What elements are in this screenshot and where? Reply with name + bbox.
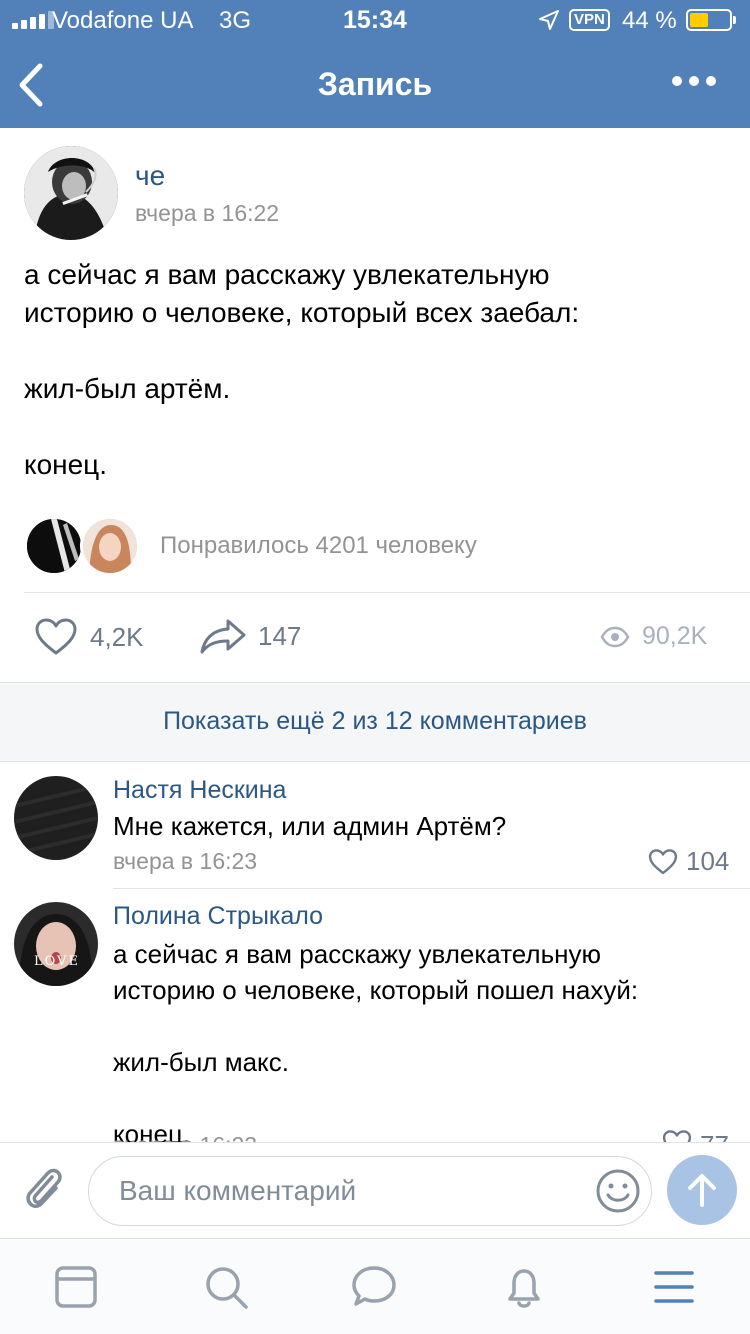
post-timestamp: вчера в 16:22 <box>135 200 280 226</box>
eye-icon <box>600 626 630 647</box>
divider <box>24 592 750 593</box>
feed-icon[interactable] <box>52 1263 100 1311</box>
notifications-icon[interactable] <box>500 1263 548 1311</box>
emoji-icon[interactable] <box>594 1167 642 1215</box>
messages-icon[interactable] <box>350 1263 398 1311</box>
network-type: 3G <box>219 7 252 34</box>
arrow-up-icon <box>688 1174 716 1207</box>
send-button[interactable] <box>667 1155 737 1225</box>
comment-like-count: 104 <box>686 846 730 876</box>
liker-avatar <box>24 516 84 576</box>
post-text: а сейчас я вам расскажу увлекательную ис… <box>24 259 580 480</box>
author-avatar[interactable] <box>24 146 118 240</box>
views-count: 90,2K <box>642 622 708 650</box>
comment-avatar[interactable] <box>14 776 98 860</box>
comment-like-count: 77 <box>700 1130 729 1142</box>
heart-icon <box>648 848 678 874</box>
likers-avatars[interactable] <box>24 516 144 576</box>
comment-input[interactable] <box>88 1156 652 1226</box>
status-bar: Vodafone UA 3G 15:34 VPN 44 % <box>0 0 750 40</box>
tab-bar <box>0 1238 750 1334</box>
show-more-bar[interactable]: Показать ещё 2 из 12 комментариев <box>0 682 750 762</box>
liker-avatar <box>80 516 140 576</box>
search-icon[interactable] <box>202 1263 250 1311</box>
heart-icon <box>662 1130 692 1142</box>
views-counter: 90,2K <box>600 622 707 651</box>
battery-icon <box>686 9 736 31</box>
signal-icon <box>12 11 54 29</box>
comment-author[interactable]: Настя Нескина <box>113 776 286 805</box>
share-arrow-icon <box>200 619 246 654</box>
show-more-comments-button[interactable]: Показать ещё 2 из 12 комментариев <box>0 707 750 736</box>
likes-summary[interactable]: Понравилось 4201 человеку <box>160 532 477 560</box>
comment-timestamp: вчера в 16:23 <box>113 1132 257 1142</box>
more-dots-icon[interactable] <box>672 76 716 90</box>
comment-text: Мне кажется, или админ Артём? <box>113 811 507 841</box>
post-author-name[interactable]: че <box>135 160 165 192</box>
like-count: 4,2K <box>90 621 144 652</box>
comment-author[interactable]: Полина Стрыкало <box>113 902 323 931</box>
location-arrow-icon <box>539 10 559 30</box>
like-button[interactable]: 4,2K <box>34 618 144 656</box>
heart-icon <box>35 618 77 655</box>
comment-text: а сейчас я вам расскажу увлекательную ис… <box>113 939 639 1142</box>
share-count: 147 <box>258 620 302 651</box>
share-button[interactable]: 147 <box>200 618 301 654</box>
battery-percent: 44 % <box>622 7 677 34</box>
avatar-caption: LOVE <box>34 954 80 969</box>
divider <box>113 888 750 889</box>
comment-like-button[interactable]: 77 <box>662 1130 729 1142</box>
comment-like-button[interactable]: 104 <box>648 846 729 877</box>
portrait-image <box>24 146 118 240</box>
top-bar: Vodafone UA 3G 15:34 VPN 44 % Запись <box>0 0 750 128</box>
vpn-badge: VPN <box>569 9 610 31</box>
page-title: Запись <box>317 66 433 102</box>
comment-timestamp: вчера в 16:23 <box>113 848 258 874</box>
comment-composer <box>0 1142 750 1238</box>
paperclip-icon[interactable] <box>22 1165 66 1213</box>
clock: 15:34 <box>343 6 407 34</box>
menu-icon[interactable] <box>650 1263 698 1311</box>
carrier-name: Vodafone UA <box>52 7 194 34</box>
comment-avatar[interactable]: LOVE <box>14 902 98 986</box>
